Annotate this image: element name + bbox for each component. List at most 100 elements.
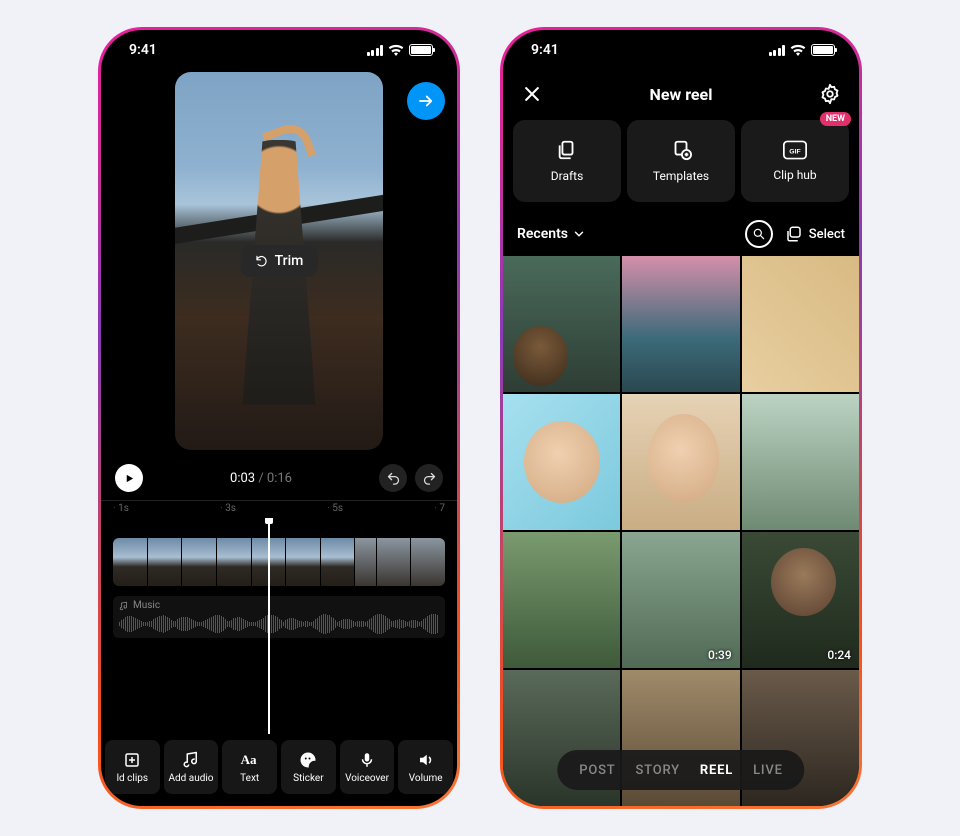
gallery-item[interactable] bbox=[742, 394, 859, 530]
video-track[interactable] bbox=[113, 538, 445, 586]
source-label: Clip hub bbox=[773, 168, 816, 182]
editor-screen: 9:41 Trim bbox=[101, 30, 457, 806]
next-button[interactable] bbox=[407, 82, 445, 120]
audio-track[interactable]: Music bbox=[113, 596, 445, 638]
gallery-item[interactable] bbox=[503, 532, 620, 668]
music-icon bbox=[119, 601, 129, 611]
phone-new-reel: 9:41 New reel Drafts bbox=[500, 27, 862, 809]
page-title: New reel bbox=[650, 85, 713, 104]
tool-label: ld clips bbox=[117, 773, 148, 784]
select-label: Select bbox=[809, 227, 845, 242]
music-note-icon bbox=[182, 751, 200, 769]
new-reel-header: New reel bbox=[503, 72, 859, 116]
gallery-item[interactable] bbox=[742, 256, 859, 392]
playhead[interactable] bbox=[268, 518, 270, 734]
chevron-down-icon bbox=[572, 227, 586, 241]
tool-label: Text bbox=[240, 773, 259, 784]
status-icons bbox=[367, 44, 434, 56]
playback-controls: 0:03 / 0:16 bbox=[101, 456, 457, 500]
phone-editor: 9:41 Trim bbox=[98, 27, 460, 809]
trim-button[interactable]: Trim bbox=[241, 245, 318, 277]
mode-post[interactable]: POST bbox=[579, 763, 615, 778]
cellular-icon bbox=[367, 45, 384, 56]
tool-text[interactable]: Aa Text bbox=[222, 740, 277, 794]
gallery-item[interactable] bbox=[503, 394, 620, 530]
waveform bbox=[119, 613, 439, 635]
source-label: Templates bbox=[653, 169, 709, 183]
tool-label: Volume bbox=[409, 773, 443, 784]
mic-icon bbox=[358, 751, 376, 769]
text-icon: Aa bbox=[241, 751, 259, 769]
gallery-item[interactable] bbox=[622, 256, 739, 392]
status-time: 9:41 bbox=[531, 42, 559, 58]
settings-button[interactable] bbox=[817, 81, 843, 107]
close-icon bbox=[522, 84, 542, 104]
ruler-mark: 5s bbox=[327, 503, 343, 518]
redo-button[interactable] bbox=[415, 464, 443, 492]
multi-select-icon bbox=[785, 225, 803, 243]
tool-volume[interactable]: Volume bbox=[398, 740, 453, 794]
tool-label: Voiceover bbox=[345, 773, 389, 784]
wifi-icon bbox=[388, 44, 404, 56]
templates-icon bbox=[670, 139, 692, 161]
new-badge: NEW bbox=[820, 112, 851, 126]
select-multiple-button[interactable]: Select bbox=[785, 225, 845, 243]
ruler-mark: 1s bbox=[113, 503, 129, 518]
source-buttons: Drafts Templates NEW GIF Clip hub bbox=[503, 116, 859, 202]
gallery-item[interactable]: 0:24 bbox=[742, 532, 859, 668]
new-reel-screen: 9:41 New reel Drafts bbox=[503, 30, 859, 806]
timeline-ruler: 1s 3s 5s 7 bbox=[101, 500, 457, 518]
gallery-item[interactable] bbox=[622, 394, 739, 530]
wifi-icon bbox=[790, 44, 806, 56]
playback-time: 0:03 / 0:16 bbox=[151, 471, 371, 486]
ruler-mark: 7 bbox=[434, 503, 445, 518]
source-templates[interactable]: Templates bbox=[627, 120, 735, 202]
status-icons bbox=[769, 44, 836, 56]
search-icon bbox=[752, 227, 766, 241]
gear-icon bbox=[819, 83, 841, 105]
ruler-mark: 3s bbox=[220, 503, 236, 518]
undo-button[interactable] bbox=[379, 464, 407, 492]
close-button[interactable] bbox=[519, 81, 545, 107]
tool-sticker[interactable]: Sticker bbox=[281, 740, 336, 794]
status-time: 9:41 bbox=[129, 42, 157, 58]
mode-live[interactable]: LIVE bbox=[753, 763, 783, 778]
video-preview[interactable]: Trim bbox=[111, 72, 447, 450]
tool-voiceover[interactable]: Voiceover bbox=[340, 740, 395, 794]
tool-label: Add audio bbox=[169, 773, 214, 784]
status-bar: 9:41 bbox=[503, 30, 859, 70]
clip-duration: 0:24 bbox=[827, 648, 851, 662]
source-drafts[interactable]: Drafts bbox=[513, 120, 621, 202]
source-clip-hub[interactable]: NEW GIF Clip hub bbox=[741, 120, 849, 202]
tool-label: Sticker bbox=[293, 773, 324, 784]
clip-duration: 0:39 bbox=[708, 648, 732, 662]
tool-add-audio[interactable]: Add audio bbox=[164, 740, 219, 794]
status-bar: 9:41 bbox=[101, 30, 457, 70]
battery-icon bbox=[409, 44, 433, 56]
svg-text:GIF: GIF bbox=[789, 148, 800, 155]
media-gallery: 0:39 0:24 POST STORY REEL LIVE bbox=[503, 256, 859, 806]
time-total: / 0:16 bbox=[258, 471, 292, 486]
music-track-label: Music bbox=[119, 600, 439, 611]
trim-label: Trim bbox=[275, 253, 304, 269]
album-label: Recents bbox=[517, 226, 568, 242]
play-button[interactable] bbox=[115, 464, 143, 492]
gallery-header: Recents Select bbox=[503, 202, 859, 256]
add-clip-icon bbox=[123, 751, 141, 769]
album-picker[interactable]: Recents bbox=[517, 226, 586, 242]
search-gallery-button[interactable] bbox=[745, 220, 773, 248]
tool-add-clips[interactable]: ld clips bbox=[105, 740, 160, 794]
cellular-icon bbox=[769, 45, 786, 56]
gallery-item[interactable] bbox=[503, 256, 620, 392]
mode-reel[interactable]: REEL bbox=[700, 763, 733, 778]
gif-icon: GIF bbox=[783, 140, 807, 160]
timeline[interactable]: Music bbox=[101, 518, 457, 734]
creation-mode-selector[interactable]: POST STORY REEL LIVE bbox=[557, 750, 804, 790]
volume-icon bbox=[417, 751, 435, 769]
drafts-icon bbox=[556, 139, 578, 161]
source-label: Drafts bbox=[551, 169, 584, 183]
sticker-icon bbox=[299, 751, 317, 769]
time-current: 0:03 bbox=[230, 471, 255, 486]
mode-story[interactable]: STORY bbox=[636, 763, 680, 778]
gallery-item[interactable]: 0:39 bbox=[622, 532, 739, 668]
